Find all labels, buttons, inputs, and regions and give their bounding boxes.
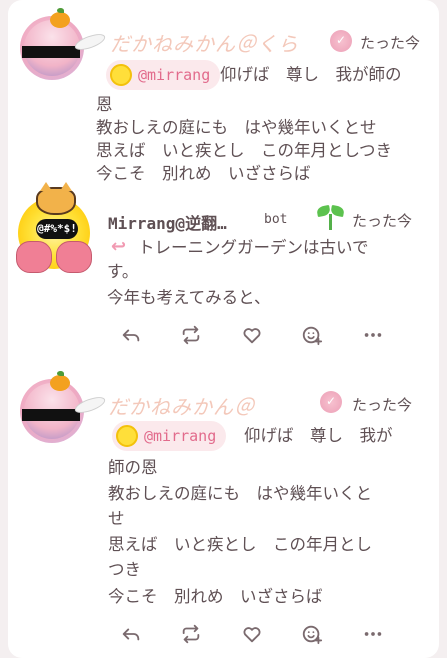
paw-icon xyxy=(16,241,52,273)
more-icon xyxy=(364,632,382,636)
censor-bar xyxy=(22,46,80,58)
instance-icon: ✓ xyxy=(320,391,342,413)
note-text-line: トレーニングガーデンは古いで xyxy=(138,238,369,257)
note-text-line: せ xyxy=(108,509,125,528)
lemon-icon xyxy=(116,425,138,447)
reply-icon xyxy=(122,329,140,342)
note-text-line: 思えば いと疾とし この年月とし xyxy=(108,535,372,554)
mention-chip[interactable]: @mirrang xyxy=(112,421,227,451)
lemon-icon xyxy=(110,64,132,86)
renote-icon xyxy=(182,624,200,644)
mandarin-icon xyxy=(50,371,70,391)
note-text-line: 仰げば 尊し 我が師の xyxy=(220,65,402,84)
react-button[interactable] xyxy=(299,621,325,647)
timestamp[interactable]: たった今 xyxy=(352,210,412,231)
renote-button[interactable] xyxy=(178,322,204,348)
reply-button[interactable] xyxy=(118,322,144,348)
timeline-card: だかねみかん＠くら ✓ たった今 @mirrang 仰げば 尊し 我が師の 恩 … xyxy=(8,0,439,658)
note-text-line: 師の恩 xyxy=(108,458,158,477)
censor-bar xyxy=(22,409,80,421)
reply-button[interactable] xyxy=(118,621,144,647)
more-icon xyxy=(364,333,382,337)
timestamp[interactable]: たった今 xyxy=(352,394,412,415)
mention-handle: @mirrang xyxy=(144,427,217,445)
note-text-line: 仰げば 尊し 我が xyxy=(244,426,393,445)
note-text-line: す。 xyxy=(107,262,139,281)
instance-icon: ✓ xyxy=(330,30,352,52)
mention-chip[interactable]: @mirrang xyxy=(106,60,221,90)
author-name[interactable]: だかねみかん＠くら xyxy=(110,28,299,57)
bot-avatar[interactable]: @#%*$! xyxy=(12,182,96,275)
user-avatar[interactable] xyxy=(20,8,108,80)
note-text-line: 今こそ 別れめ いざさらば xyxy=(108,587,323,606)
reply-icon xyxy=(122,628,140,641)
note-text-line: 教おしえの庭にも はや幾年いくとせ xyxy=(96,118,377,137)
cat-icon xyxy=(36,182,76,215)
note-text-line: 教おしえの庭にも はや幾年いくと xyxy=(108,484,372,503)
author-name[interactable]: Mirrang@逆翻… xyxy=(108,210,227,234)
feather-icon xyxy=(72,393,108,417)
mandarin-icon xyxy=(50,8,70,28)
heart-icon xyxy=(243,328,261,344)
paw-icon xyxy=(56,241,92,273)
like-button[interactable] xyxy=(239,621,265,647)
note-1[interactable]: だかねみかん＠くら ✓ たった今 @mirrang 仰げば 尊し 我が師の 恩 … xyxy=(8,0,439,185)
emoji-reaction-icon xyxy=(302,625,323,645)
user-avatar[interactable] xyxy=(20,371,108,443)
mention-handle: @mirrang xyxy=(138,66,211,84)
note-3[interactable]: だかねみかん＠ ✓ たった今 @mirrang 仰げば 尊し 我が 師の恩 教お… xyxy=(8,365,439,658)
note-actions xyxy=(118,322,398,348)
timestamp[interactable]: たった今 xyxy=(360,32,420,53)
feather-icon xyxy=(72,30,108,54)
renote-button[interactable] xyxy=(178,621,204,647)
note-text-line: 今こそ 別れめ いざさらば xyxy=(96,164,311,183)
note-2[interactable]: @#%*$! Mirrang@逆翻… bot たった今 ↩ トレーニングガーデン… xyxy=(8,182,439,365)
note-actions xyxy=(118,621,398,647)
renote-icon xyxy=(182,325,200,345)
bot-badge: bot xyxy=(264,212,288,227)
note-text-line: つき xyxy=(108,560,141,579)
note-text-line: 今年も考えてみると、 xyxy=(107,288,271,307)
like-button[interactable] xyxy=(239,322,265,348)
avatar-speech: @#%*$! xyxy=(36,219,78,239)
reply-indicator-icon: ↩ xyxy=(111,236,127,257)
note-text-line: 思えば いと疾とし この年月としつき xyxy=(96,141,393,160)
more-button[interactable] xyxy=(360,621,386,647)
more-button[interactable] xyxy=(360,322,386,348)
sprout-icon xyxy=(316,204,345,230)
emoji-reaction-icon xyxy=(302,326,323,346)
note-text-line: 恩 xyxy=(96,95,113,114)
author-name[interactable]: だかねみかん＠ xyxy=(108,391,255,420)
heart-icon xyxy=(243,627,261,643)
react-button[interactable] xyxy=(299,322,325,348)
